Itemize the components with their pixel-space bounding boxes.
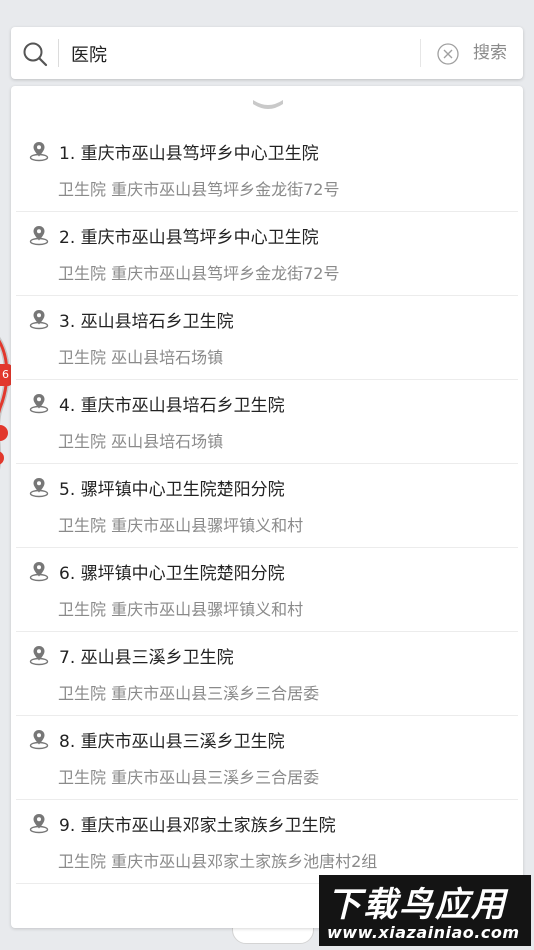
list-item[interactable]: 9. 重庆市巫山县邓家土家族乡卫生院 卫生院 重庆市巫山县邓家土家族乡池唐村2组	[16, 800, 518, 884]
location-pin-icon	[29, 646, 49, 666]
location-pin-icon	[29, 310, 49, 330]
watermark-url: www.xiazainiao.com	[327, 923, 520, 942]
result-subtitle: 卫生院 巫山县培石场镇	[58, 348, 224, 367]
result-subtitle: 卫生院 重庆市巫山县笃坪乡金龙街72号	[58, 264, 340, 283]
search-divider	[58, 39, 59, 67]
list-item[interactable]: 5. 骡坪镇中心卫生院楚阳分院 卫生院 重庆市巫山县骡坪镇义和村	[16, 464, 518, 548]
result-subtitle: 卫生院 重庆市巫山县骡坪镇义和村	[58, 516, 304, 535]
chevron-down-icon[interactable]	[250, 96, 286, 114]
list-item[interactable]: 6. 骡坪镇中心卫生院楚阳分院 卫生院 重庆市巫山县骡坪镇义和村	[16, 548, 518, 632]
location-pin-icon	[29, 562, 49, 582]
result-title: 5. 骡坪镇中心卫生院楚阳分院	[59, 480, 285, 500]
list-item[interactable]: 8. 重庆市巫山县三溪乡卫生院 卫生院 重庆市巫山县三溪乡三合居委	[16, 716, 518, 800]
location-pin-icon	[29, 814, 49, 834]
search-results-panel: 1. 重庆市巫山县笃坪乡中心卫生院 卫生院 重庆市巫山县笃坪乡金龙街72号 2.…	[11, 86, 523, 928]
clear-icon[interactable]	[436, 42, 460, 66]
list-item[interactable]: 7. 巫山县三溪乡卫生院 卫生院 重庆市巫山县三溪乡三合居委	[16, 632, 518, 716]
location-pin-icon	[29, 730, 49, 750]
result-subtitle: 卫生院 重庆市巫山县邓家土家族乡池唐村2组	[58, 852, 378, 871]
location-pin-icon	[29, 226, 49, 246]
result-subtitle: 卫生院 巫山县培石场镇	[58, 432, 224, 451]
search-button[interactable]: 搜索	[473, 39, 507, 67]
location-pin-icon	[29, 394, 49, 414]
result-title: 8. 重庆市巫山县三溪乡卫生院	[59, 732, 285, 752]
result-subtitle: 卫生院 重庆市巫山县笃坪乡金龙街72号	[58, 180, 340, 199]
search-icon	[23, 42, 48, 67]
location-pin-icon	[29, 478, 49, 498]
search-input[interactable]	[69, 35, 413, 73]
results-list: 1. 重庆市巫山县笃坪乡中心卫生院 卫生院 重庆市巫山县笃坪乡金龙街72号 2.…	[11, 128, 523, 884]
result-subtitle: 卫生院 重庆市巫山县三溪乡三合居委	[58, 684, 320, 703]
result-title: 4. 重庆市巫山县培石乡卫生院	[59, 396, 285, 416]
list-item[interactable]: 4. 重庆市巫山县培石乡卫生院 卫生院 巫山县培石场镇	[16, 380, 518, 464]
result-subtitle: 卫生院 重庆市巫山县三溪乡三合居委	[58, 768, 320, 787]
result-title: 3. 巫山县培石乡卫生院	[59, 312, 234, 332]
search-bar: 搜索	[11, 27, 523, 79]
result-title: 9. 重庆市巫山县邓家土家族乡卫生院	[59, 816, 336, 836]
list-item[interactable]: 2. 重庆市巫山县笃坪乡中心卫生院 卫生院 重庆市巫山县笃坪乡金龙街72号	[16, 212, 518, 296]
result-title: 6. 骡坪镇中心卫生院楚阳分院	[59, 564, 285, 584]
location-pin-icon	[29, 142, 49, 162]
watermark-title: 下载鸟应用	[327, 885, 507, 925]
list-item[interactable]: 3. 巫山县培石乡卫生院 卫生院 巫山县培石场镇	[16, 296, 518, 380]
result-title: 1. 重庆市巫山县笃坪乡中心卫生院	[59, 144, 319, 164]
result-title: 2. 重庆市巫山县笃坪乡中心卫生院	[59, 228, 319, 248]
result-subtitle: 卫生院 重庆市巫山县骡坪镇义和村	[58, 600, 304, 619]
list-item[interactable]: 1. 重庆市巫山县笃坪乡中心卫生院 卫生院 重庆市巫山县笃坪乡金龙街72号	[16, 128, 518, 212]
result-title: 7. 巫山县三溪乡卫生院	[59, 648, 234, 668]
watermark-logo: 下载鸟应用 www.xiazainiao.com	[319, 875, 531, 946]
clear-divider	[420, 39, 421, 67]
